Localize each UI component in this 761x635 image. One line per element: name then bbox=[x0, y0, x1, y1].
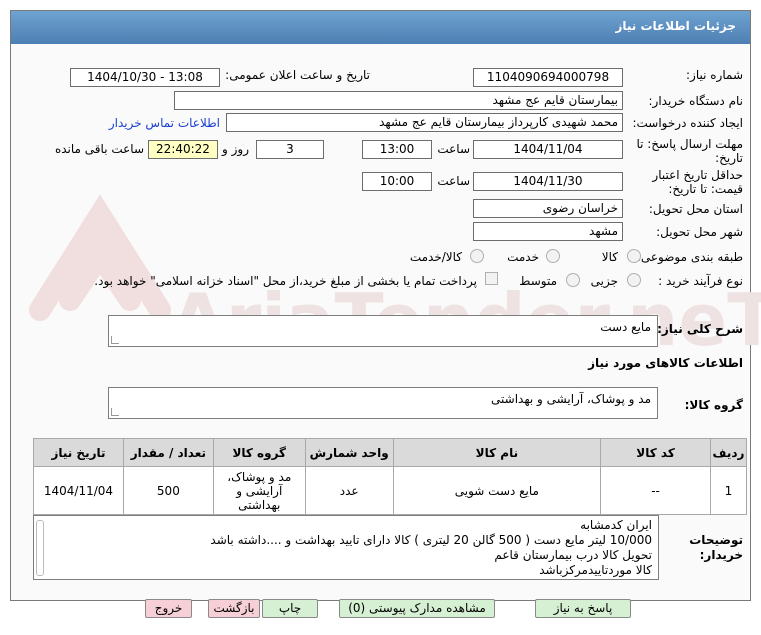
need-number-label: شماره نیاز: bbox=[686, 68, 743, 82]
validity-time-field: 10:00 bbox=[362, 172, 432, 191]
province-label: استان محل تحویل: bbox=[648, 202, 743, 216]
reply-button[interactable]: پاسخ به نیاز bbox=[535, 599, 631, 618]
announce-field: 1404/10/30 - 13:08 bbox=[70, 68, 220, 87]
notes-label-2: خریدار: bbox=[699, 548, 743, 562]
back-button[interactable]: بازگشت bbox=[208, 599, 260, 618]
notes-line: 10/000 لیتر مایع دست ( 500 گالن 20 لیتری… bbox=[210, 533, 652, 547]
goods-group-line-1: مد و پوشاک، bbox=[227, 469, 292, 484]
process-label: نوع فرآیند خرید : bbox=[658, 274, 743, 288]
treasury-payment-checkbox[interactable] bbox=[485, 272, 498, 285]
items-table: تاریخ نیاز تعداد / مقدار گروه کالا واحد … bbox=[33, 438, 748, 515]
treasury-payment-note: پرداخت تمام یا بخشی از مبلغ خرید،از محل … bbox=[94, 274, 477, 288]
goods-group-label: گروه کالا: bbox=[684, 398, 743, 412]
cell-need-date: 1404/11/04 bbox=[33, 466, 124, 515]
goods-group-text: مد و پوشاک، آرایشی و بهداشتی bbox=[491, 392, 651, 406]
validity-date-field: 1404/11/30 bbox=[473, 172, 623, 191]
col-need-date: تاریخ نیاز bbox=[33, 438, 124, 467]
days-field: 3 bbox=[256, 140, 324, 159]
exit-button[interactable]: خروج bbox=[145, 599, 192, 618]
goods-group-line-2: آرایشی و bbox=[236, 483, 283, 498]
notes-line: کالا موردتاییدمرکزباشد bbox=[539, 563, 652, 577]
deadline-label-2: تاریخ: bbox=[715, 151, 743, 165]
col-quantity: تعداد / مقدار bbox=[122, 438, 214, 467]
scrollbar[interactable] bbox=[36, 520, 44, 576]
announce-label: تاریخ و ساعت اعلان عمومی: bbox=[225, 68, 370, 82]
col-goods-name: نام کالا bbox=[392, 438, 602, 467]
page-title: جزئیات اطلاعات نیاز bbox=[615, 19, 736, 33]
category-option-goods-service: کالا/خدمت bbox=[409, 250, 462, 264]
deadline-time-label: ساعت bbox=[437, 142, 470, 156]
category-option-goods: کالا bbox=[601, 250, 618, 264]
goods-info-title: اطلاعات کالاهای مورد نیاز bbox=[588, 356, 743, 370]
summary-textarea[interactable]: مایع دست bbox=[108, 315, 658, 347]
print-button[interactable]: چاپ bbox=[262, 599, 318, 618]
notes-line: ایران کدمشابه bbox=[580, 518, 652, 532]
process-option-medium: متوسط bbox=[519, 274, 557, 288]
category-radio-goods-service[interactable] bbox=[470, 249, 484, 263]
city-label: شهر محل تحویل: bbox=[656, 225, 743, 239]
process-radio-medium[interactable] bbox=[566, 273, 580, 287]
remaining-time-field: 22:40:22 bbox=[148, 140, 218, 159]
resize-handle-icon[interactable] bbox=[111, 408, 119, 416]
category-label: طبقه بندی موضوعی: bbox=[636, 250, 743, 264]
cell-row: 1 bbox=[709, 466, 748, 515]
col-row: ردیف bbox=[709, 438, 748, 467]
goods-group-textarea[interactable]: مد و پوشاک، آرایشی و بهداشتی bbox=[108, 387, 658, 419]
col-unit: واحد شمارش bbox=[304, 438, 394, 467]
deadline-date-field: 1404/11/04 bbox=[473, 140, 623, 159]
notes-line: تحویل کالا درب بیمارستان قاعم bbox=[494, 548, 652, 562]
notes-label-1: توضیحات bbox=[689, 533, 743, 547]
table-row[interactable]: 1404/11/04 500 مد و پوشاک، آرایشی و بهدا… bbox=[33, 466, 748, 515]
summary-text: مایع دست bbox=[600, 320, 651, 334]
creator-field: محمد شهیدی کارپرداز بیمارستان قایم عج مش… bbox=[226, 113, 623, 132]
cell-goods-group: مد و پوشاک، آرایشی و بهداشتی bbox=[212, 466, 306, 515]
days-label: روز و bbox=[222, 142, 249, 156]
cell-goods-code: -- bbox=[600, 466, 711, 515]
contact-info-link[interactable]: اطلاعات تماس خریدار bbox=[109, 116, 220, 130]
view-attachments-button[interactable]: مشاهده مدارک پیوستی (0) bbox=[339, 599, 495, 618]
resize-handle-icon[interactable] bbox=[111, 336, 119, 344]
notes-textarea[interactable]: ایران کدمشابه 10/000 لیتر مایع دست ( 500… bbox=[33, 515, 659, 580]
cell-unit: عدد bbox=[304, 466, 394, 515]
col-goods-code: کد کالا bbox=[600, 438, 711, 467]
deadline-time-field: 13:00 bbox=[362, 140, 432, 159]
category-option-service: خدمت bbox=[507, 250, 539, 264]
validity-label-2: قیمت: تا تاریخ: bbox=[668, 182, 743, 196]
process-option-minor: جزیی bbox=[590, 274, 618, 288]
cell-quantity: 500 bbox=[122, 466, 214, 515]
validity-label-1: حداقل تاریخ اعتبار bbox=[652, 168, 743, 182]
cell-goods-name: مایع دست شویی bbox=[392, 466, 602, 515]
title-bar: جزئیات اطلاعات نیاز bbox=[11, 11, 750, 44]
table-header-row: تاریخ نیاز تعداد / مقدار گروه کالا واحد … bbox=[33, 438, 748, 467]
process-radio-minor[interactable] bbox=[627, 273, 641, 287]
col-goods-group: گروه کالا bbox=[212, 438, 306, 467]
category-radio-goods[interactable] bbox=[627, 249, 641, 263]
city-field: مشهد bbox=[473, 222, 623, 241]
validity-time-label: ساعت bbox=[437, 174, 470, 188]
province-field: خراسان رضوی bbox=[473, 199, 623, 218]
summary-label: شرح کلی نیاز: bbox=[657, 322, 743, 336]
creator-label: ایجاد کننده درخواست: bbox=[632, 116, 743, 130]
category-radio-service[interactable] bbox=[546, 249, 560, 263]
need-number-field: 1104090694000798 bbox=[473, 68, 623, 87]
deadline-label-1: مهلت ارسال پاسخ: تا bbox=[636, 137, 743, 151]
goods-group-line-3: بهداشتی bbox=[238, 497, 281, 512]
remaining-label: ساعت باقی مانده bbox=[54, 142, 144, 156]
buyer-org-field: بیمارستان قایم عج مشهد bbox=[174, 91, 623, 110]
buyer-org-label: نام دستگاه خریدار: bbox=[648, 94, 744, 108]
